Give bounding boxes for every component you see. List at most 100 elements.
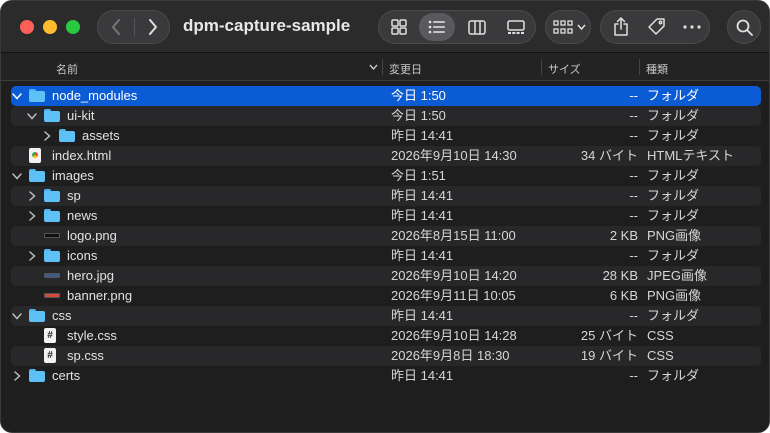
file-kind: フォルダ	[647, 128, 700, 143]
file-name: icons	[67, 248, 98, 263]
share-icon	[614, 17, 628, 36]
file-row[interactable]: ui-kit 今日 1:50 -- フォルダ	[11, 106, 761, 126]
file-name: banner.png	[67, 288, 133, 303]
file-date: 昨日 14:41	[391, 188, 454, 203]
file-row[interactable]: assets 昨日 14:41 -- フォルダ	[11, 126, 761, 146]
gallery-icon	[507, 19, 525, 34]
disclosure-chevron-down-icon[interactable]	[11, 166, 23, 186]
file-row[interactable]: icons 昨日 14:41 -- フォルダ	[11, 246, 761, 266]
image-thumbnail-icon	[44, 233, 60, 238]
file-date: 今日 1:50	[391, 108, 446, 123]
group-by-button[interactable]	[545, 10, 591, 44]
file-name: css	[52, 308, 72, 323]
file-row[interactable]: hero.jpg 2026年9月10日 14:20 28 KB JPEG画像	[11, 266, 761, 286]
folder-icon	[44, 209, 60, 222]
zoom-window-button[interactable]	[66, 20, 80, 34]
file-date: 今日 1:51	[391, 168, 446, 183]
file-row[interactable]: banner.png 2026年9月11日 10:05 6 KB PNG画像	[11, 286, 761, 306]
folder-icon	[29, 369, 45, 382]
tag-button[interactable]	[639, 13, 675, 41]
column-header-size[interactable]: サイズ	[548, 61, 581, 77]
file-name: sp	[67, 188, 81, 203]
file-row[interactable]: css 昨日 14:41 -- フォルダ	[11, 306, 761, 326]
file-size: --	[629, 88, 638, 103]
file-name: style.css	[67, 328, 117, 343]
disclosure-chevron-right-icon[interactable]	[26, 206, 38, 226]
file-row[interactable]: certs 昨日 14:41 -- フォルダ	[11, 366, 761, 386]
file-kind: フォルダ	[647, 368, 700, 383]
tag-icon	[648, 18, 665, 35]
file-size: 19 バイト	[580, 348, 638, 363]
sort-chevron-icon[interactable]	[369, 64, 378, 70]
file-kind: フォルダ	[647, 108, 700, 123]
disclosure-chevron-down-icon[interactable]	[11, 306, 23, 326]
list-view-button[interactable]	[419, 13, 455, 41]
share-button[interactable]	[603, 13, 639, 41]
disclosure-chevron-right-icon[interactable]	[26, 186, 38, 206]
folder-icon	[29, 89, 45, 102]
file-size: 2 KB	[609, 228, 638, 243]
window-title: dpm-capture-sample	[183, 16, 351, 35]
file-size: --	[629, 308, 638, 323]
chevron-right-icon	[149, 19, 157, 35]
group-by-icon	[553, 20, 573, 34]
column-header-name[interactable]: 名前	[56, 61, 78, 77]
column-header-kind[interactable]: 種類	[646, 61, 668, 77]
html-file-icon	[29, 148, 41, 163]
chevron-left-icon	[112, 19, 120, 35]
css-file-icon: #	[44, 348, 56, 363]
finder-window: dpm-capture-sample 名前 変更日 サイズ 種類 node_mo…	[0, 0, 770, 433]
disclosure-chevron-right-icon[interactable]	[26, 246, 38, 266]
file-date: 2026年9月8日 18:30	[391, 348, 510, 363]
file-size: 25 バイト	[580, 328, 638, 343]
file-size: --	[629, 128, 638, 143]
window-footer	[1, 406, 769, 432]
column-view-button[interactable]	[459, 13, 495, 41]
icon-view-button[interactable]	[381, 13, 417, 41]
file-name: assets	[82, 128, 120, 143]
image-thumbnail-icon	[44, 293, 60, 298]
file-kind: HTMLテキスト	[647, 148, 734, 163]
back-button[interactable]	[98, 11, 134, 43]
forward-button[interactable]	[135, 11, 171, 43]
minimize-window-button[interactable]	[43, 20, 57, 34]
file-row[interactable]: logo.png 2026年8月15日 11:00 2 KB PNG画像	[11, 226, 761, 246]
disclosure-chevron-right-icon[interactable]	[11, 366, 23, 386]
file-date: 2026年9月10日 14:20	[391, 268, 517, 283]
more-actions-button[interactable]	[674, 13, 710, 41]
folder-icon	[59, 129, 75, 142]
file-row[interactable]: index.html 2026年9月10日 14:30 34 バイト HTMLテキスト	[11, 146, 761, 166]
view-switcher	[378, 10, 536, 44]
file-kind: フォルダ	[647, 88, 700, 103]
file-date: 2026年9月11日 10:05	[391, 288, 516, 303]
file-row[interactable]: # style.css 2026年9月10日 14:28 25 バイト CSS	[11, 326, 761, 346]
disclosure-chevron-down-icon[interactable]	[26, 106, 38, 126]
file-date: 2026年8月15日 11:00	[391, 228, 516, 243]
file-size: --	[629, 108, 638, 123]
file-size: --	[629, 188, 638, 203]
column-header: 名前 変更日 サイズ 種類	[1, 53, 769, 81]
file-kind: CSS	[647, 328, 674, 343]
file-row[interactable]: # sp.css 2026年9月8日 18:30 19 バイト CSS	[11, 346, 761, 366]
more-icon	[683, 25, 701, 29]
grid-icon	[391, 19, 407, 35]
file-size: --	[629, 368, 638, 383]
file-kind: PNG画像	[647, 288, 702, 303]
search-button[interactable]	[727, 10, 761, 44]
file-name: hero.jpg	[67, 268, 114, 283]
close-window-button[interactable]	[20, 20, 34, 34]
file-size: 34 バイト	[580, 148, 638, 163]
file-row[interactable]: node_modules 今日 1:50 -- フォルダ	[11, 86, 761, 106]
file-name: logo.png	[67, 228, 117, 243]
file-size: --	[629, 248, 638, 263]
file-row[interactable]: sp 昨日 14:41 -- フォルダ	[11, 186, 761, 206]
column-header-date[interactable]: 変更日	[389, 61, 422, 77]
file-row[interactable]: images 今日 1:51 -- フォルダ	[11, 166, 761, 186]
disclosure-chevron-right-icon[interactable]	[41, 126, 53, 146]
image-thumbnail-icon	[44, 273, 60, 278]
gallery-view-button[interactable]	[498, 13, 534, 41]
file-row[interactable]: news 昨日 14:41 -- フォルダ	[11, 206, 761, 226]
search-icon	[736, 19, 753, 36]
file-kind: フォルダ	[647, 248, 700, 263]
disclosure-chevron-down-icon[interactable]	[11, 86, 23, 106]
